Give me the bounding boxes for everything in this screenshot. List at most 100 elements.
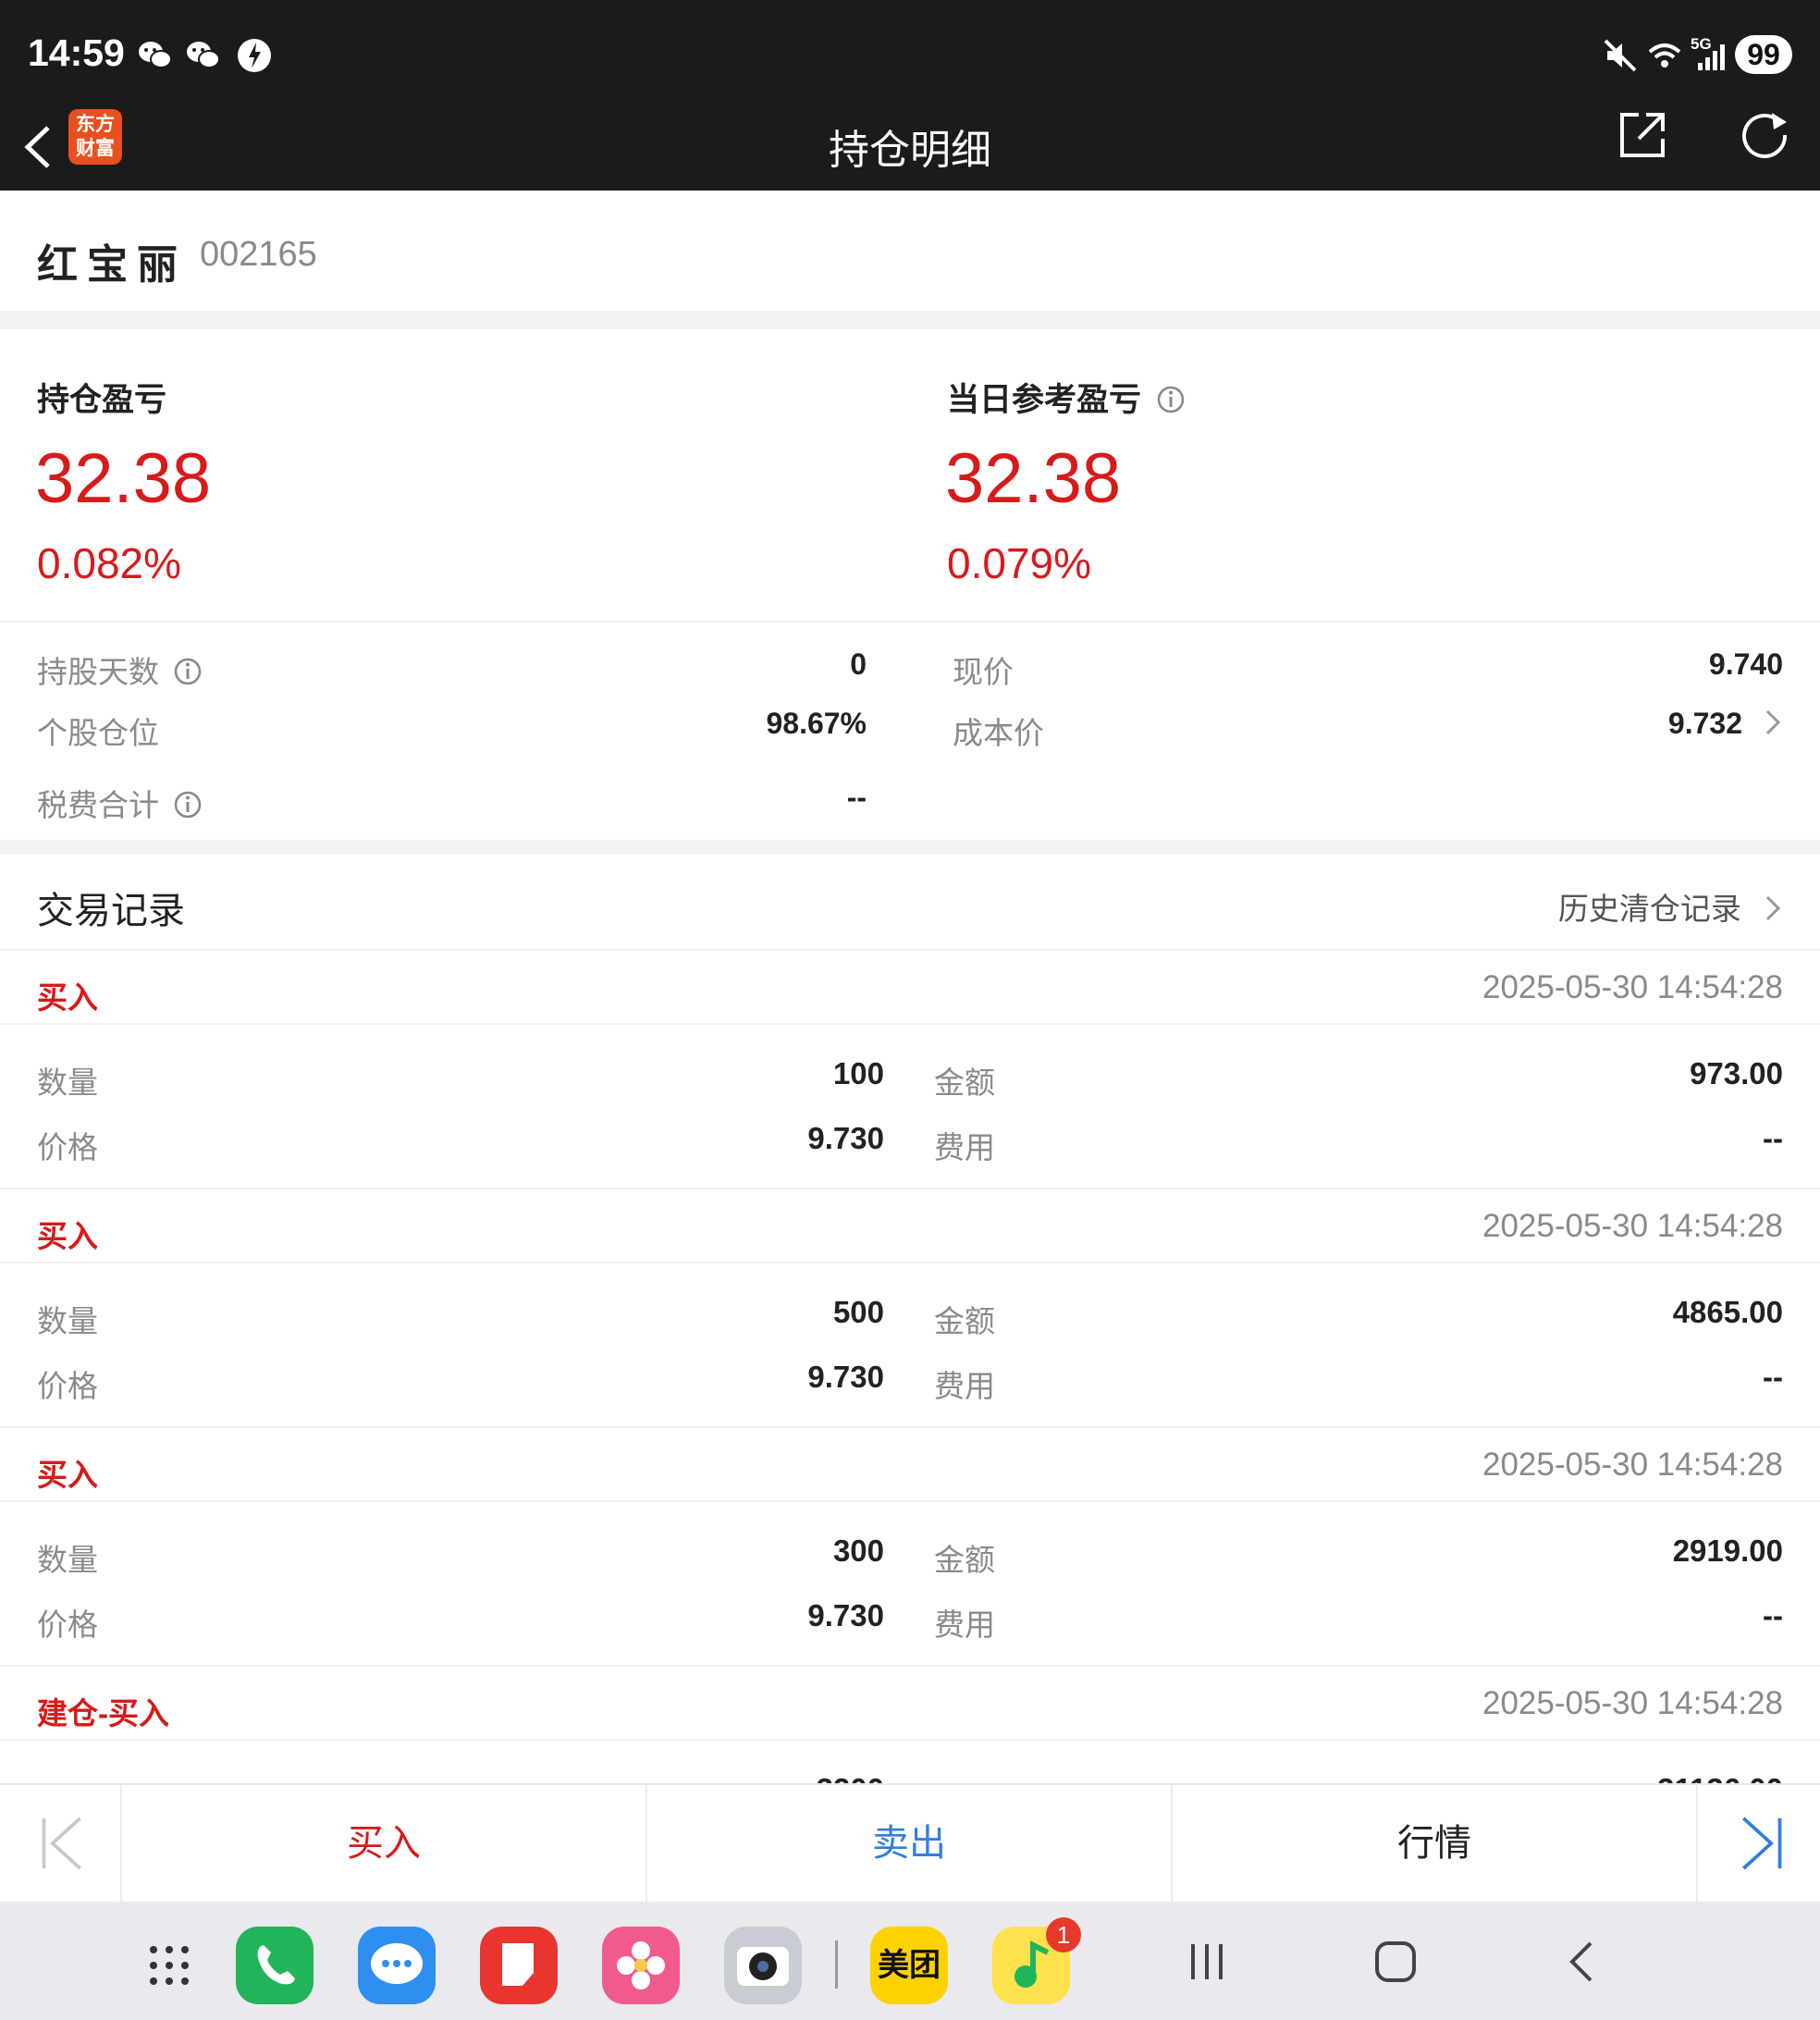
trade-type: 买入 — [37, 980, 98, 1015]
hold-pl-value: 32.38 — [35, 439, 212, 518]
amount-value: 973.00 — [1690, 1056, 1783, 1090]
refresh-icon[interactable] — [1737, 107, 1794, 165]
app-notification-icon — [238, 39, 271, 72]
qty-label: 数量 — [37, 1774, 98, 1783]
day-pl-pct: 0.079% — [947, 539, 1092, 587]
status-bar: 14:59 5G 99 — [0, 0, 1820, 104]
chevron-right-icon — [1765, 895, 1781, 921]
quote-button[interactable]: 行情 — [1173, 1785, 1696, 1902]
tax-total-value: -- — [846, 781, 867, 814]
amount-label: 金额 — [934, 1774, 995, 1783]
records-title: 交易记录 — [37, 891, 185, 931]
amount-value: 2919.00 — [1672, 1533, 1783, 1568]
hold-days-label-text: 持股天数 — [37, 655, 159, 689]
trade-type: 买入 — [37, 1219, 98, 1253]
back-icon[interactable] — [1559, 1939, 1605, 1985]
tax-total-label: 税费合计 — [37, 781, 203, 825]
price-value: 9.730 — [807, 1598, 884, 1632]
gallery-app[interactable] — [602, 1927, 680, 2004]
page-title: 持仓明细 — [829, 128, 991, 173]
chevron-right-icon[interactable] — [1763, 708, 1783, 736]
nav-bar: 东方财富 持仓明细 — [0, 104, 1820, 191]
cost-price-label: 成本价 — [953, 716, 1044, 750]
mute-icon — [1604, 39, 1637, 72]
sell-button[interactable]: 卖出 — [647, 1785, 1171, 1902]
music-app[interactable]: 1 — [992, 1917, 1081, 2004]
trade-record: 买入 2025-05-30 14:54:28 数量 100 金额 973.00 … — [0, 949, 1820, 1188]
record-divider — [0, 1500, 1820, 1502]
hold-days-label: 持股天数 — [37, 647, 203, 692]
wechat-icon — [187, 42, 220, 68]
home-icon[interactable] — [1372, 1939, 1419, 1985]
current-price-label: 现价 — [953, 655, 1014, 689]
price-label: 价格 — [37, 1130, 98, 1164]
trade-time: 2025-05-30 14:54:28 — [1482, 1208, 1783, 1244]
price-label: 价格 — [37, 1607, 98, 1642]
trade-record: 买入 2025-05-30 14:54:28 数量 500 金额 4865.00… — [0, 1188, 1820, 1426]
qty-value: 3200 — [817, 1772, 884, 1783]
amount-value: 31136.00 — [1657, 1772, 1783, 1783]
trade-time: 2025-05-30 14:54:28 — [1482, 1685, 1783, 1721]
system-dock: 美团 1 — [0, 1902, 1820, 2020]
flower-icon — [617, 1941, 665, 1989]
amount-label: 金额 — [934, 1304, 995, 1338]
price-value: 9.730 — [807, 1121, 884, 1155]
info-icon[interactable] — [1156, 385, 1186, 414]
wechat-icon — [139, 42, 172, 68]
first-page-icon[interactable] — [37, 1811, 89, 1876]
fee-value: -- — [1763, 1121, 1783, 1155]
trade-records: 交易记录 历史清仓记录 买入 2025-05-30 14:54:28 数量 10… — [0, 855, 1820, 1783]
last-page-icon[interactable] — [1735, 1811, 1787, 1876]
position-summary: 持仓盈亏 32.38 0.082% 当日参考盈亏 32.38 0.079% 持股… — [0, 329, 1820, 840]
dock-separator — [835, 1940, 838, 1989]
cost-price-value[interactable]: 9.732 — [1668, 707, 1742, 741]
message-icon — [371, 1943, 423, 1984]
price-value: 9.730 — [807, 1360, 884, 1394]
app-drawer-icon[interactable] — [146, 1942, 192, 1989]
current-price-value: 9.740 — [1708, 647, 1783, 681]
hold-days-value: 0 — [850, 647, 867, 681]
qty-label: 数量 — [37, 1065, 98, 1100]
fee-label: 费用 — [934, 1369, 995, 1403]
buy-button[interactable]: 买入 — [122, 1785, 646, 1902]
record-divider — [0, 1023, 1820, 1025]
meituan-app[interactable]: 美团 — [870, 1927, 948, 2004]
share-icon[interactable] — [1617, 109, 1668, 161]
trade-type: 建仓-买入 — [37, 1696, 169, 1731]
battery-indicator: 99 — [1735, 35, 1792, 74]
stock-name: 红宝丽 — [37, 242, 187, 288]
qty-label: 数量 — [37, 1304, 98, 1338]
history-clear-link-label: 历史清仓记录 — [1557, 892, 1741, 926]
trade-type: 买入 — [37, 1458, 98, 1492]
position-ratio-value: 98.67% — [766, 707, 867, 740]
qty-value: 100 — [832, 1056, 884, 1090]
notes-app[interactable] — [480, 1927, 558, 2004]
stock-header: 红宝丽 002165 — [0, 191, 1820, 311]
messages-app[interactable] — [358, 1927, 436, 2004]
signal-icon — [1698, 44, 1725, 70]
fee-value: -- — [1763, 1360, 1783, 1394]
record-divider — [0, 1739, 1820, 1741]
day-pl-label: 当日参考盈亏 — [947, 374, 1186, 421]
info-icon[interactable] — [173, 790, 203, 819]
history-clear-link[interactable]: 历史清仓记录 — [1558, 884, 1783, 929]
recent-apps-icon[interactable] — [1184, 1939, 1230, 1985]
info-icon[interactable] — [173, 657, 203, 686]
trade-time: 2025-05-30 14:54:28 — [1482, 1447, 1783, 1483]
camera-app[interactable] — [724, 1927, 802, 2004]
fee-value: -- — [1763, 1598, 1783, 1632]
qty-value: 500 — [832, 1295, 884, 1329]
trade-time: 2025-05-30 14:54:28 — [1482, 969, 1783, 1005]
amount-label: 金额 — [934, 1065, 995, 1100]
fee-label: 费用 — [934, 1607, 995, 1642]
notification-badge: 1 — [1046, 1917, 1081, 1952]
phone-app[interactable] — [236, 1927, 314, 2004]
tax-total-label-text: 税费合计 — [37, 788, 159, 822]
day-pl-label-text: 当日参考盈亏 — [947, 382, 1142, 418]
record-divider — [0, 1262, 1820, 1263]
amount-value: 4865.00 — [1672, 1295, 1783, 1329]
phone-icon — [257, 1945, 295, 1985]
hold-pl-pct: 0.082% — [37, 539, 182, 587]
status-time: 14:59 — [28, 31, 125, 74]
summary-divider — [0, 621, 1820, 622]
